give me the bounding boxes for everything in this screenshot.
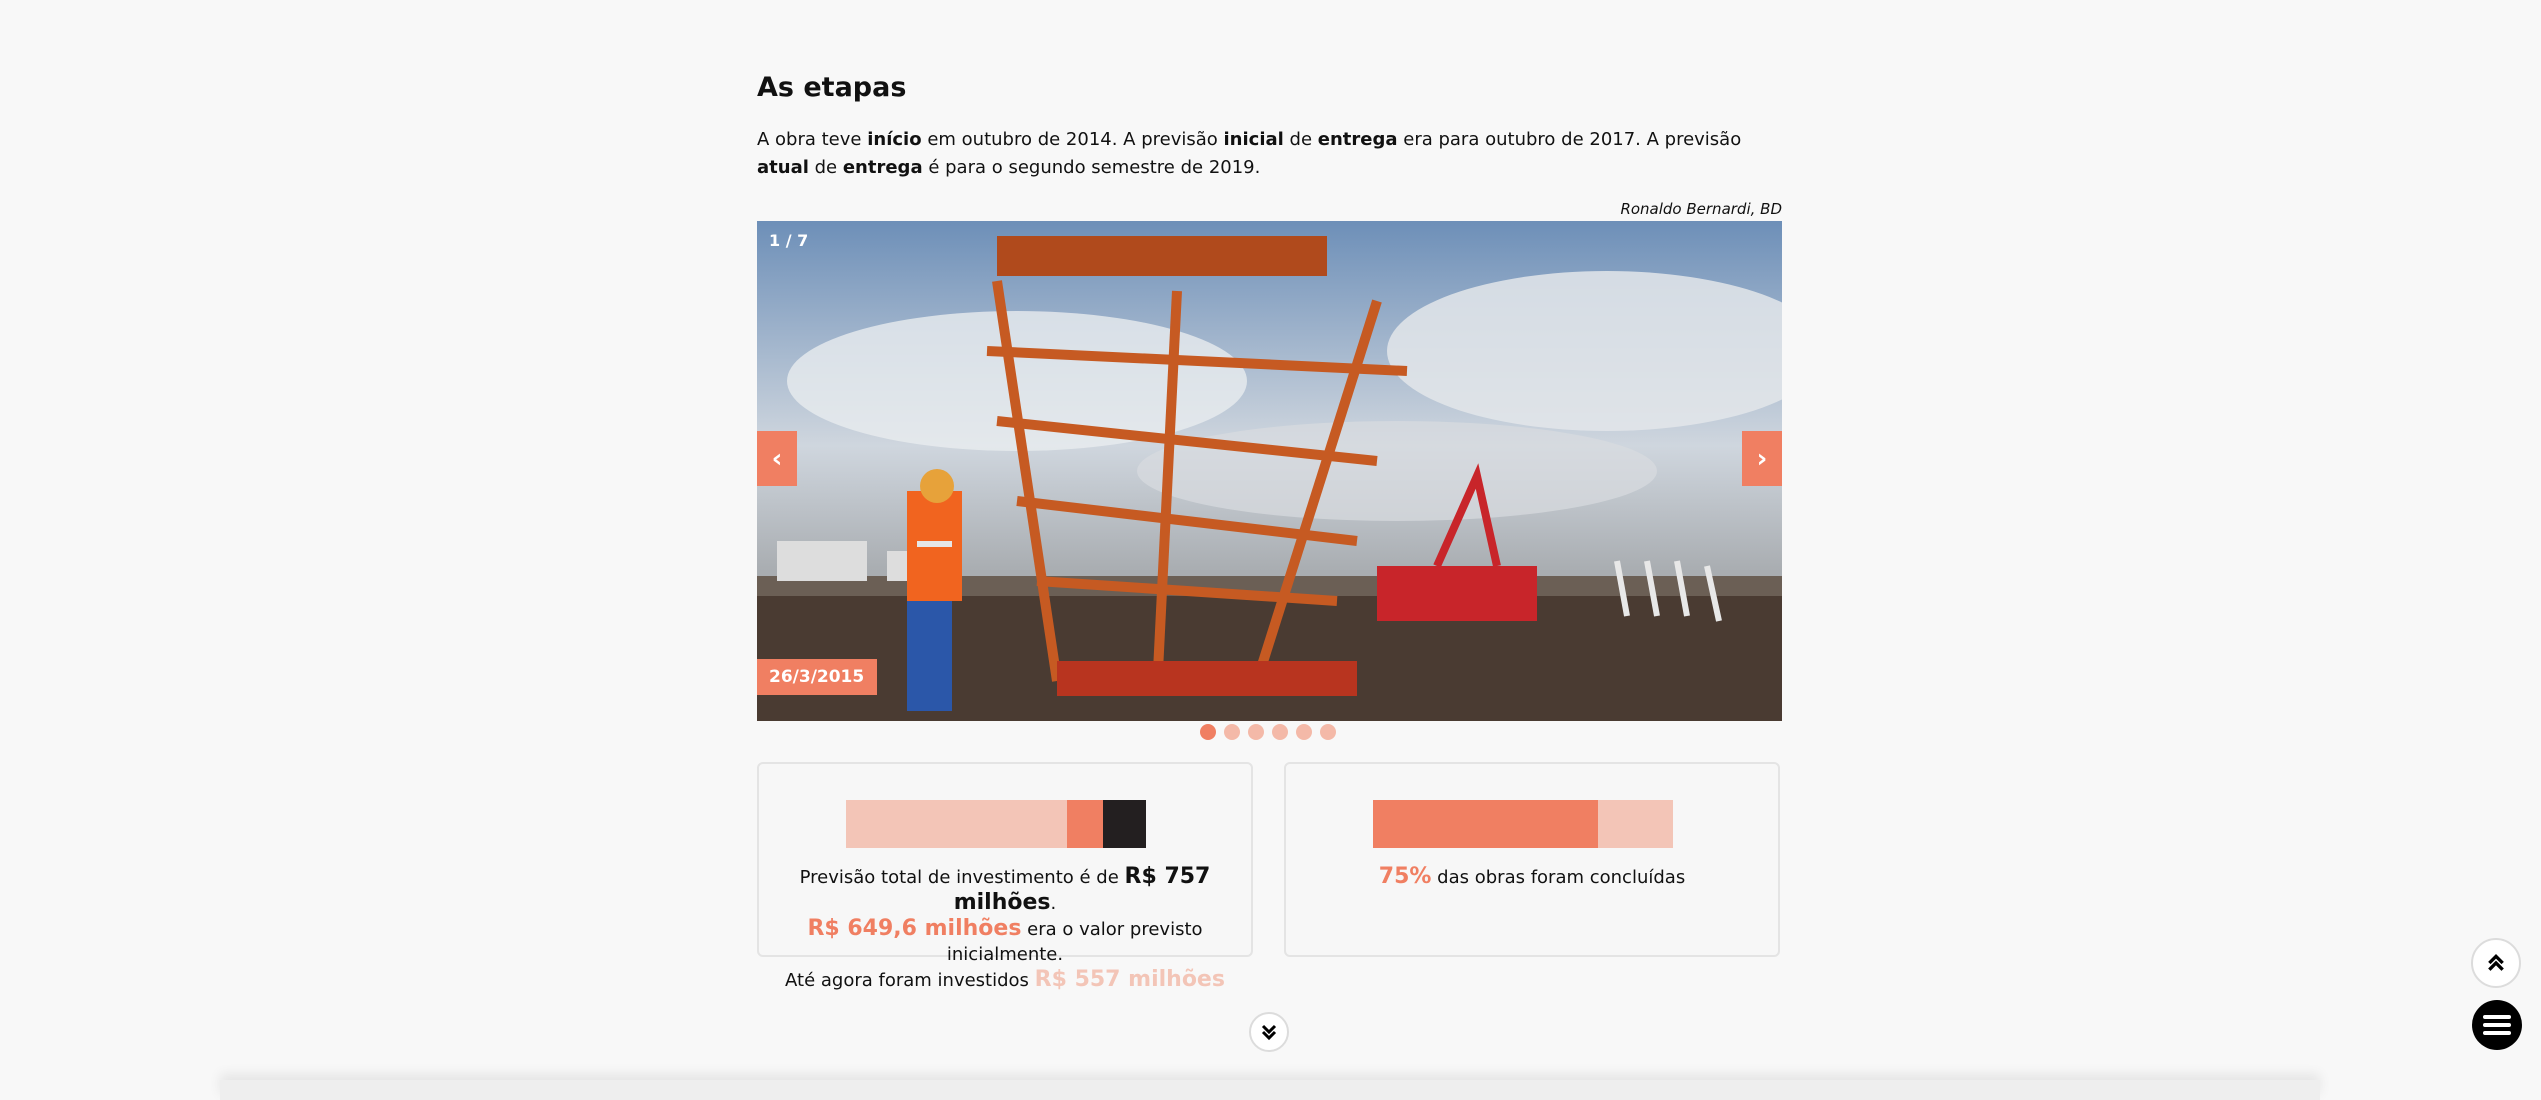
intro-bold: entrega (842, 157, 923, 178)
investment-bar-total-segment (1103, 800, 1146, 848)
slide-photo (757, 221, 1782, 721)
progress-card: 75% das obras foram concluídas (1284, 762, 1780, 957)
scroll-top-button[interactable] (2471, 938, 2521, 988)
investment-bar (846, 800, 1146, 848)
slider-dot[interactable] (1320, 724, 1336, 740)
intro-bold: entrega (1317, 129, 1398, 150)
next-section-edge (220, 1080, 2320, 1100)
progress-bar (1373, 800, 1673, 848)
double-chevron-down-icon (1261, 1024, 1277, 1041)
slide-date-label: 26/3/2015 (757, 659, 877, 695)
investment-card: Previsão total de investimento é de R$ 7… (757, 762, 1253, 992)
slider-dot[interactable] (1296, 724, 1312, 740)
photo-credit: Ronaldo Bernardi, BD (1620, 200, 1782, 218)
intro-text: de (808, 157, 843, 178)
investment-bar-invested-segment (846, 800, 1067, 848)
hamburger-menu-icon (2483, 1015, 2511, 1035)
progress-bar-fill (1373, 800, 1598, 848)
investment-invested-value: R$ 557 milhões (1034, 967, 1225, 992)
intro-text: de (1283, 129, 1318, 150)
intro-bold: início (867, 129, 922, 150)
progress-label: das obras foram concluídas (1431, 867, 1686, 888)
investment-text: Previsão total de investimento é de R$ 7… (759, 864, 1251, 993)
progress-percent: 75% (1378, 864, 1432, 889)
investment-bar-initial-segment (1066, 800, 1104, 848)
intro-text: é para o segundo semestre de 2019. (922, 157, 1261, 178)
prev-slide-button[interactable]: ‹ (757, 431, 797, 486)
intro-text: era para outubro de 2017. A previsão (1397, 129, 1742, 150)
double-chevron-up-icon (2488, 953, 2504, 971)
next-slide-button[interactable]: › (1742, 431, 1782, 486)
intro-text: A obra teve (757, 129, 868, 150)
slide-counter: 1 / 7 (769, 231, 809, 250)
investment-text-part: Previsão total de investimento é de (799, 867, 1125, 888)
intro-bold: atual (757, 157, 809, 178)
investment-text-part: . (1050, 893, 1057, 914)
progress-text: 75% das obras foram concluídas (1286, 864, 1778, 890)
slider-dot[interactable] (1200, 724, 1216, 740)
slider-dot[interactable] (1248, 724, 1264, 740)
intro-paragraph: A obra teve início em outubro de 2014. A… (757, 126, 1782, 182)
investment-initial-value: R$ 649,6 milhões (807, 916, 1022, 941)
slider-dot[interactable] (1224, 724, 1240, 740)
intro-text: em outubro de 2014. A previsão (921, 129, 1224, 150)
menu-button[interactable] (2472, 1000, 2522, 1050)
slider-dot[interactable] (1272, 724, 1288, 740)
intro-bold: inicial (1223, 129, 1284, 150)
scroll-down-button[interactable] (1249, 1012, 1289, 1052)
investment-text-part: Até agora foram investidos (785, 970, 1035, 991)
photo-slider[interactable]: 1 / 7 ‹ › 26/3/2015 (757, 221, 1782, 721)
slider-dots (1200, 724, 1336, 740)
section-title: As etapas (757, 72, 907, 103)
